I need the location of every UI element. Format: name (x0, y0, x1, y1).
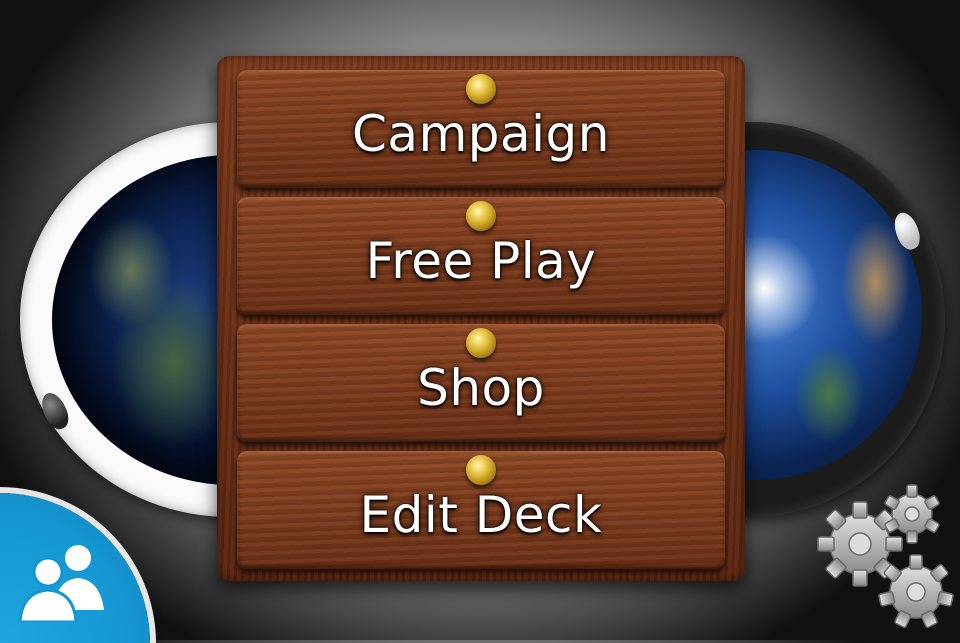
settings-gears-icon[interactable] (812, 484, 958, 634)
edit-deck-button[interactable]: Edit Deck (237, 451, 725, 569)
edit-deck-label: Edit Deck (359, 486, 603, 544)
brass-pin-icon (466, 328, 496, 358)
two-users-icon[interactable] (16, 538, 112, 622)
main-menu-panel: Campaign Free Play Shop Edit Deck (217, 56, 745, 581)
shop-button[interactable]: Shop (237, 324, 725, 442)
brass-pin-icon (466, 74, 496, 104)
brass-pin-icon (466, 201, 496, 231)
free-play-label: Free Play (365, 232, 597, 290)
campaign-button[interactable]: Campaign (237, 70, 725, 188)
campaign-label: Campaign (352, 105, 610, 163)
free-play-button[interactable]: Free Play (237, 197, 725, 315)
brass-pin-icon (466, 455, 496, 485)
shop-label: Shop (417, 359, 545, 417)
